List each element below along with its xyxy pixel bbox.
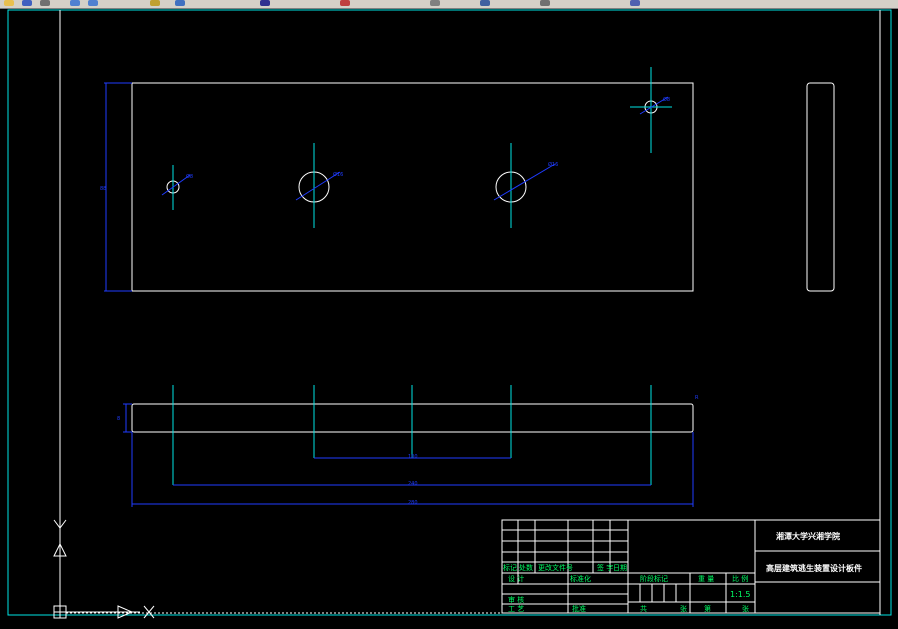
tb-date-header: 日期: [613, 564, 627, 572]
tb-weight-label: 重 量: [698, 575, 714, 583]
dim-overall-text: 280: [408, 500, 418, 506]
undo-icon[interactable]: [70, 0, 80, 6]
layer-icon[interactable]: [340, 0, 350, 6]
tb-sheet-unit: 张: [742, 604, 749, 613]
drawing-canvas[interactable]: 88 Ø8 Ø16 Ø16 Ø8 8 R 100 240 280 标记 处数 更…: [0, 9, 898, 629]
plate-top-view: [131, 82, 694, 292]
tb-mark-header: 标记: [503, 563, 517, 572]
dim-height-text: 88: [100, 186, 106, 192]
dim-span-holes-text: 240: [408, 481, 418, 487]
pan-icon[interactable]: [150, 0, 160, 6]
tb-drawing-name: 高层建筑逃生装置设计板件: [766, 563, 862, 573]
tb-sheet: 张: [680, 604, 687, 613]
text-style-icon[interactable]: [480, 0, 490, 6]
redo-icon[interactable]: [88, 0, 98, 6]
tb-standardize-label: 标准化: [570, 574, 591, 583]
dim-style-icon[interactable]: [540, 0, 550, 6]
dim-span-inner-text: 100: [408, 454, 418, 460]
tb-review-label: 审 核: [508, 595, 524, 604]
properties-icon[interactable]: [260, 0, 270, 6]
tb-school-name: 湘潭大学兴湘学院: [776, 531, 840, 541]
tb-stage-mark-label: 阶段标记: [640, 574, 668, 583]
cad-toolbar: [0, 0, 898, 9]
drawing-svg[interactable]: 88 Ø8 Ø16 Ø16 Ø8 8 R 100 240 280 标记 处数 更…: [0, 9, 898, 629]
dim-edge-text: R: [695, 395, 699, 401]
tb-sheet-no: 第: [704, 604, 711, 613]
tb-scale-label: 比 例: [732, 574, 748, 583]
plate-side-view: [806, 82, 835, 292]
tb-change-doc-header: 更改文件号: [538, 563, 573, 572]
tb-process-label: 工 艺: [508, 605, 524, 613]
tb-design-label: 设 计: [508, 574, 524, 583]
dim-thickness-text: 8: [117, 416, 120, 422]
open-icon[interactable]: [4, 0, 14, 6]
block-icon[interactable]: [630, 0, 640, 6]
tb-count-header: 处数: [519, 563, 533, 572]
tb-sign-header: 签 字: [597, 563, 613, 572]
ucs-icon: [53, 519, 155, 619]
dim-hole-text: Ø8: [186, 173, 193, 180]
match-icon[interactable]: [430, 0, 440, 6]
zoom-icon[interactable]: [175, 0, 185, 6]
dim-hole-text: Ø16: [333, 171, 343, 178]
save-icon[interactable]: [22, 0, 32, 6]
print-icon[interactable]: [40, 0, 50, 6]
dim-hole-text: Ø16: [548, 161, 558, 168]
tb-approve-label: 批准: [572, 604, 586, 613]
dim-hole-text: Ø8: [663, 96, 670, 103]
outer-frame: [7, 9, 892, 616]
tb-sheets-total: 共: [640, 604, 647, 613]
tb-scale-value: 1:1.5: [730, 590, 751, 599]
